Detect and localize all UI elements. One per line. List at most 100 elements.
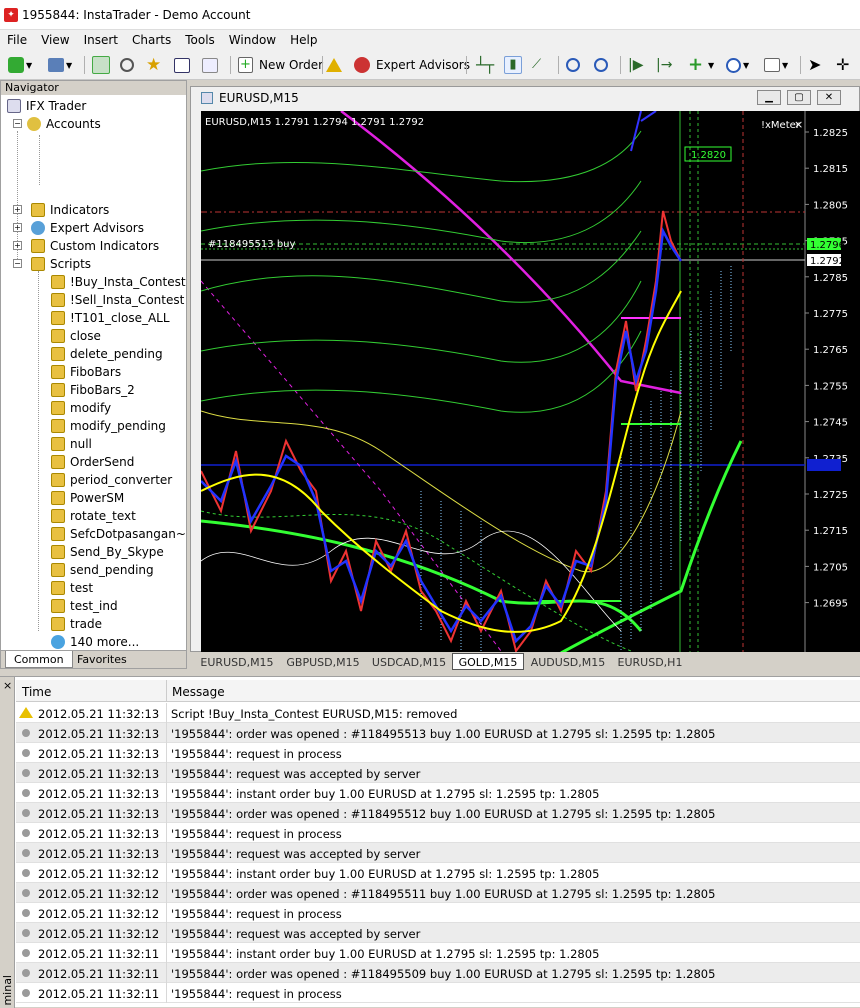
tree-indicators[interactable]: Indicators [31, 201, 109, 219]
log-row[interactable]: 2012.05.21 11:32:11 '1955844': order was … [16, 963, 860, 983]
new-chart-button[interactable]: ▼ [8, 54, 32, 76]
log-row[interactable]: 2012.05.21 11:32:13 '1955844': request wa… [16, 843, 860, 863]
periods-button[interactable]: ▼ [726, 54, 749, 76]
tree-root[interactable]: IFX Trader [7, 97, 86, 115]
chart-tab-audusd-m15[interactable]: AUDUSD,M15 [524, 654, 612, 671]
tree-script-item[interactable]: OrderSend [51, 453, 134, 471]
log-row[interactable]: 2012.05.21 11:32:13 '1955844': order was … [16, 803, 860, 823]
scripts-collapse-icon[interactable]: − [13, 259, 22, 268]
indicators-button[interactable]: + ▼ [688, 54, 714, 76]
tree-expert-advisors[interactable]: Expert Advisors [31, 219, 144, 237]
menu-help[interactable]: Help [283, 30, 324, 47]
menu-view[interactable]: View [34, 30, 76, 47]
menu-window[interactable]: Window [222, 30, 283, 47]
line-chart-button[interactable]: ⟋ [532, 54, 550, 76]
bar-chart-button[interactable]: ┴┬ [476, 54, 494, 76]
templates-button[interactable]: ▼ [764, 54, 788, 76]
tree-script-item[interactable]: Send_By_Skype [51, 543, 164, 561]
crosshair-button[interactable]: ✛ [836, 54, 854, 76]
tree-script-item[interactable]: test [51, 579, 93, 597]
log-row[interactable]: 2012.05.21 11:32:12 '1955844': instant or… [16, 863, 860, 883]
tree-accounts[interactable]: Accounts [27, 115, 101, 133]
tree-script-item[interactable]: SefcDotpasangan~ [51, 525, 186, 543]
chart-window-header: EURUSD,M15 ▁ ▢ ✕ [191, 87, 859, 109]
tree-script-item[interactable]: FiboBars_2 [51, 381, 135, 399]
tree-script-item[interactable]: PowerSM [51, 489, 124, 507]
tree-script-item[interactable]: send_pending [51, 561, 154, 579]
tree-script-item[interactable]: delete_pending [51, 345, 163, 363]
alert-button[interactable] [326, 54, 342, 76]
log-row[interactable]: 2012.05.21 11:32:12 '1955844': request wa… [16, 923, 860, 943]
maximize-button[interactable]: ▢ [787, 90, 811, 105]
tree-script-item[interactable]: 140 more... [51, 633, 139, 650]
chart-tab-gold-m15[interactable]: GOLD,M15 [452, 653, 524, 670]
tab-common[interactable]: Common [5, 651, 73, 668]
navigator-button[interactable]: ★ [146, 54, 164, 76]
chart-tab-eurusd-h1[interactable]: EURUSD,H1 [612, 654, 688, 671]
strategy-tester-button[interactable] [202, 54, 218, 76]
log-row[interactable]: 2012.05.21 11:32:11 '1955844': request in… [16, 983, 860, 1003]
tree-script-item[interactable]: modify_pending [51, 417, 166, 435]
minimize-button[interactable]: ▁ [757, 90, 781, 105]
experts-expand-icon[interactable]: + [13, 223, 22, 232]
info-dot-icon [22, 909, 30, 917]
menu-charts[interactable]: Charts [125, 30, 178, 47]
menu-file[interactable]: File [0, 30, 34, 47]
auto-scroll-button[interactable]: |▶ [628, 54, 646, 76]
column-time[interactable]: Time [22, 685, 51, 699]
tree-script-item[interactable]: trade [51, 615, 102, 633]
close-button[interactable]: ✕ [817, 90, 841, 105]
log-row[interactable]: 2012.05.21 11:32:13 '1955844': request in… [16, 743, 860, 763]
log-row[interactable]: 2012.05.21 11:32:12 '1955844': request in… [16, 903, 860, 923]
zoom-out-button[interactable] [594, 54, 608, 76]
tree-script-item[interactable]: null [51, 435, 92, 453]
tree-custom-indicators[interactable]: Custom Indicators [31, 237, 159, 255]
log-row[interactable]: 2012.05.21 11:32:13 '1955844': instant or… [16, 783, 860, 803]
expert-advisors-button[interactable]: Expert Advisors [354, 54, 470, 76]
price-chart[interactable]: EURUSD,M15 1.2791 1.2794 1.2791 1.2792 #… [201, 111, 860, 653]
log-row[interactable]: 2012.05.21 11:32:13 Script !Buy_Insta_Con… [16, 703, 860, 723]
tree-script-item[interactable]: FiboBars [51, 363, 121, 381]
chart-tab-gbpusd-m15[interactable]: GBPUSD,M15 [280, 654, 366, 671]
custom-indicators-expand-icon[interactable]: + [13, 241, 22, 250]
tree-script-item[interactable]: rotate_text [51, 507, 136, 525]
log-message: '1955844': request in process [171, 747, 342, 761]
log-row[interactable]: 2012.05.21 11:32:13 '1955844': request wa… [16, 763, 860, 783]
chart-tab-eurusd-m15[interactable]: EURUSD,M15 [194, 654, 280, 671]
column-message[interactable]: Message [172, 685, 225, 699]
chart-tab-usdcad-m15[interactable]: USDCAD,M15 [366, 654, 452, 671]
menu-insert[interactable]: Insert [77, 30, 125, 47]
log-time: 2012.05.21 11:32:12 [38, 907, 160, 921]
terminal-button[interactable] [174, 54, 190, 76]
terminal-close-icon[interactable]: × [3, 679, 12, 692]
tree-script-item[interactable]: close [51, 327, 101, 345]
tree-scripts[interactable]: Scripts [31, 255, 91, 273]
menu-tools[interactable]: Tools [178, 30, 222, 47]
chart-shift-button[interactable]: |→ [656, 54, 674, 76]
tree-script-label: !Buy_Insta_Contest [70, 275, 186, 289]
log-row[interactable]: 2012.05.21 11:32:13 '1955844': order was … [16, 723, 860, 743]
profiles-button[interactable]: ▼ [48, 54, 72, 76]
log-row[interactable]: 2012.05.21 11:32:12 '1955844': order was … [16, 883, 860, 903]
tree-script-item[interactable]: !Buy_Insta_Contest [51, 273, 186, 291]
data-window-button[interactable] [120, 54, 134, 76]
tree-script-item[interactable]: test_ind [51, 597, 118, 615]
market-watch-button[interactable] [92, 54, 110, 76]
accounts-collapse-icon[interactable]: − [13, 119, 22, 128]
cursor-button[interactable]: ➤ [808, 54, 826, 76]
log-row[interactable]: 2012.05.21 11:32:11 '1955844': instant or… [16, 943, 860, 963]
tree-script-item[interactable]: !T101_close_ALL [51, 309, 170, 327]
new-order-button[interactable]: + New Order [238, 54, 323, 76]
tab-favorites[interactable]: Favorites [69, 651, 135, 668]
navigator-tabs: Common Favorites [1, 650, 186, 668]
zoom-in-button[interactable] [566, 54, 580, 76]
indicators-expand-icon[interactable]: + [13, 205, 22, 214]
tree-script-item[interactable]: modify [51, 399, 111, 417]
log-row[interactable]: 2012.05.21 11:32:13 '1955844': request in… [16, 823, 860, 843]
tree-script-item[interactable]: period_converter [51, 471, 172, 489]
candlestick-button[interactable]: ▮ [504, 54, 522, 76]
tree-script-item[interactable]: !Sell_Insta_Contest [51, 291, 184, 309]
tree-accounts-label: Accounts [46, 117, 101, 131]
expert-advisor-icon [354, 57, 370, 73]
indicator-close-icon[interactable]: × [794, 118, 803, 131]
